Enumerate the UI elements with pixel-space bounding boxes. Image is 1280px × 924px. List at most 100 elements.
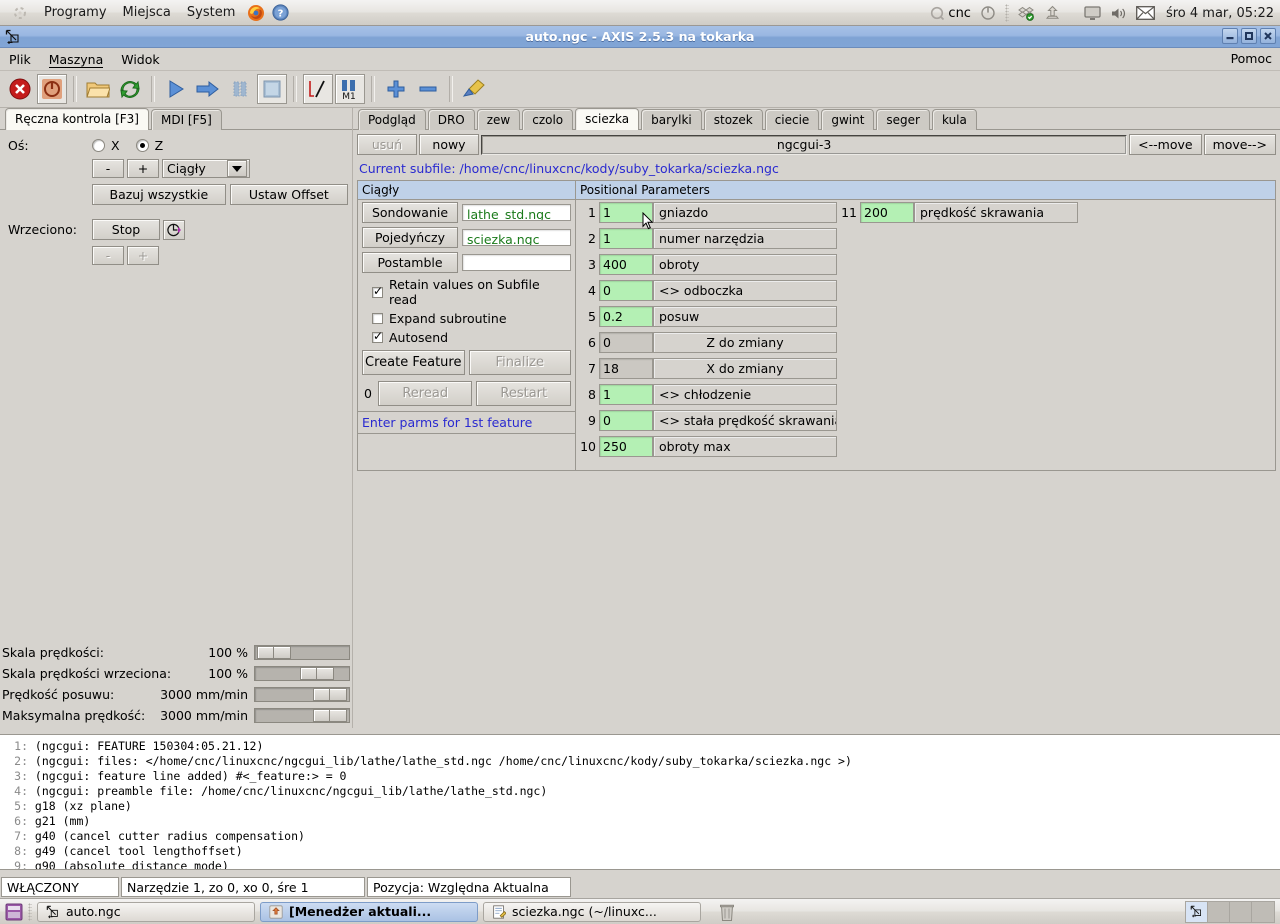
menu-plik[interactable]: Plik (0, 50, 40, 69)
jog-plus-button[interactable]: + (127, 159, 159, 178)
workspace-1[interactable] (1186, 901, 1208, 922)
subfile-button-1[interactable]: Pojedyńczy (362, 227, 458, 248)
maximize-button[interactable] (1241, 28, 1257, 44)
minimize-button[interactable] (1222, 28, 1238, 44)
menu-widok[interactable]: Widok (112, 50, 168, 69)
toggle-skip-lines-button[interactable] (303, 74, 333, 104)
home-all-button[interactable]: Bazuj wszystkie (92, 184, 226, 205)
menu-maszyna[interactable]: Maszyna (40, 50, 113, 69)
tab-gwint[interactable]: gwint (821, 109, 875, 130)
param-value-input[interactable]: 0.2 (599, 305, 653, 327)
zoom-in-button[interactable] (381, 74, 411, 104)
estop-toggle-button[interactable] (5, 74, 35, 104)
reload-file-button[interactable] (115, 74, 145, 104)
set-offset-button[interactable]: Ustaw Offset (229, 184, 348, 205)
tab-kula[interactable]: kula (931, 109, 977, 130)
mail-icon[interactable] (1136, 6, 1155, 20)
reread-button[interactable]: Reread (377, 381, 473, 406)
move-right-button[interactable]: move--> (1203, 134, 1276, 155)
dropbox-icon[interactable] (1018, 5, 1035, 22)
param-value-input[interactable]: 1 (599, 227, 653, 249)
page-name-field[interactable]: ngcgui-3 (481, 134, 1128, 155)
toggle-optional-stop-button[interactable]: M1 (335, 74, 365, 104)
open-file-button[interactable] (83, 74, 113, 104)
step-program-button[interactable] (193, 74, 223, 104)
workspace-switcher[interactable] (1185, 900, 1275, 923)
param-value-input[interactable]: 1 (599, 383, 653, 405)
param-value-input[interactable]: 0 (599, 409, 653, 431)
taskbar-window-sciezka-editor[interactable]: sciezka.ngc (~/linuxc... (483, 901, 701, 922)
radio-axis-z[interactable] (135, 139, 149, 152)
jog-minus-button[interactable]: - (92, 159, 124, 178)
stop-program-button[interactable] (257, 74, 287, 104)
taskbar-window-update-manager[interactable]: [Menedżer aktuali... (260, 901, 478, 922)
subfile-button-0[interactable]: Sondowanie (362, 202, 458, 223)
close-button[interactable] (1260, 28, 1276, 44)
tab-czolo[interactable]: czolo (522, 109, 574, 130)
machine-power-toggle-button[interactable] (37, 74, 67, 104)
jog-mode-dropdown[interactable]: Ciągły (162, 159, 250, 178)
clear-plot-button[interactable] (459, 74, 489, 104)
checkbox-row-0[interactable]: Retain values on Subfile read (358, 275, 575, 309)
workspace-3[interactable] (1230, 901, 1252, 922)
param-value-input[interactable]: 1 (599, 201, 653, 223)
checkbox-checked-icon[interactable] (372, 329, 383, 343)
jog-speed-slider[interactable] (254, 687, 350, 702)
run-program-button[interactable] (161, 74, 191, 104)
pause-program-button[interactable] (225, 74, 255, 104)
subfile-value-1[interactable]: sciezka.ngc (462, 229, 571, 246)
zoom-out-button[interactable] (413, 74, 443, 104)
feed-override-slider[interactable] (254, 645, 350, 660)
max-speed-slider[interactable] (254, 708, 350, 723)
chevron-down-icon[interactable] (227, 160, 247, 177)
spindle-stop-button[interactable]: Stop (92, 219, 160, 240)
checkbox-checked-icon[interactable] (372, 284, 383, 298)
subfile-value-2[interactable] (462, 254, 571, 271)
gcode-log[interactable]: 1: (ngcgui: FEATURE 150304:05.21.12) 2: (… (0, 734, 1280, 870)
param-value-input[interactable]: 18 (599, 357, 653, 379)
tab-seger[interactable]: seger (876, 109, 930, 130)
param-value-input[interactable]: 250 (599, 435, 653, 457)
menu-pomoc[interactable]: Pomoc (1231, 51, 1272, 66)
param-value-input[interactable]: 200 (860, 201, 914, 223)
subfile-value-0[interactable]: lathe_std.ngc (462, 204, 571, 221)
workspace-2[interactable] (1208, 901, 1230, 922)
restart-button[interactable]: Restart (476, 381, 572, 406)
tab-barylki[interactable]: barylki (641, 109, 702, 130)
checkbox-row-1[interactable]: Expand subroutine (358, 309, 575, 328)
finalize-button[interactable]: Finalize (468, 350, 571, 375)
taskbar-window-auto-ngc[interactable]: auto.ngc (37, 901, 255, 922)
tab-zew[interactable]: zew (476, 109, 521, 130)
tab-podgl-d[interactable]: Podgląd (358, 109, 426, 130)
user-indicator[interactable]: cnc (930, 6, 971, 21)
delete-page-button[interactable]: usuń (357, 134, 417, 155)
power-icon[interactable] (980, 5, 996, 21)
firefox-icon[interactable] (243, 4, 269, 22)
help-icon[interactable]: ? (269, 4, 292, 21)
radio-axis-x[interactable] (92, 139, 105, 152)
tab-mdi[interactable]: MDI [F5] (150, 109, 222, 130)
taskbar-handle[interactable] (28, 902, 32, 921)
checkbox-unchecked-icon[interactable] (372, 313, 383, 324)
spindle-direction-icon[interactable] (163, 219, 185, 240)
param-value-input[interactable]: 0 (599, 279, 653, 301)
tab-ciecie[interactable]: ciecie (764, 109, 820, 130)
update-manager-icon[interactable] (1044, 5, 1061, 22)
tab-reczna-kontrola[interactable]: Ręczna kontrola [F3] (5, 108, 149, 130)
workspace-4[interactable] (1252, 902, 1274, 922)
tab-dro[interactable]: DRO (427, 109, 475, 130)
new-page-button[interactable]: nowy (419, 134, 479, 155)
spindle-override-slider[interactable] (254, 666, 350, 681)
create-feature-button[interactable]: Create Feature (362, 350, 465, 375)
display-icon[interactable] (1084, 5, 1101, 21)
volume-icon[interactable] (1110, 6, 1127, 21)
tab-sciezka[interactable]: sciezka (575, 108, 640, 130)
param-value-input[interactable]: 400 (599, 253, 653, 275)
spindle-plus-button[interactable]: + (127, 246, 159, 265)
move-left-button[interactable]: <--move (1129, 134, 1202, 155)
subfile-button-2[interactable]: Postamble (362, 252, 458, 273)
tab-stozek[interactable]: stozek (703, 109, 763, 130)
spindle-minus-button[interactable]: - (92, 246, 124, 265)
clock[interactable]: śro 4 mar, 05:22 (1164, 6, 1274, 21)
menu-miejsca[interactable]: Miejsca (115, 2, 179, 24)
